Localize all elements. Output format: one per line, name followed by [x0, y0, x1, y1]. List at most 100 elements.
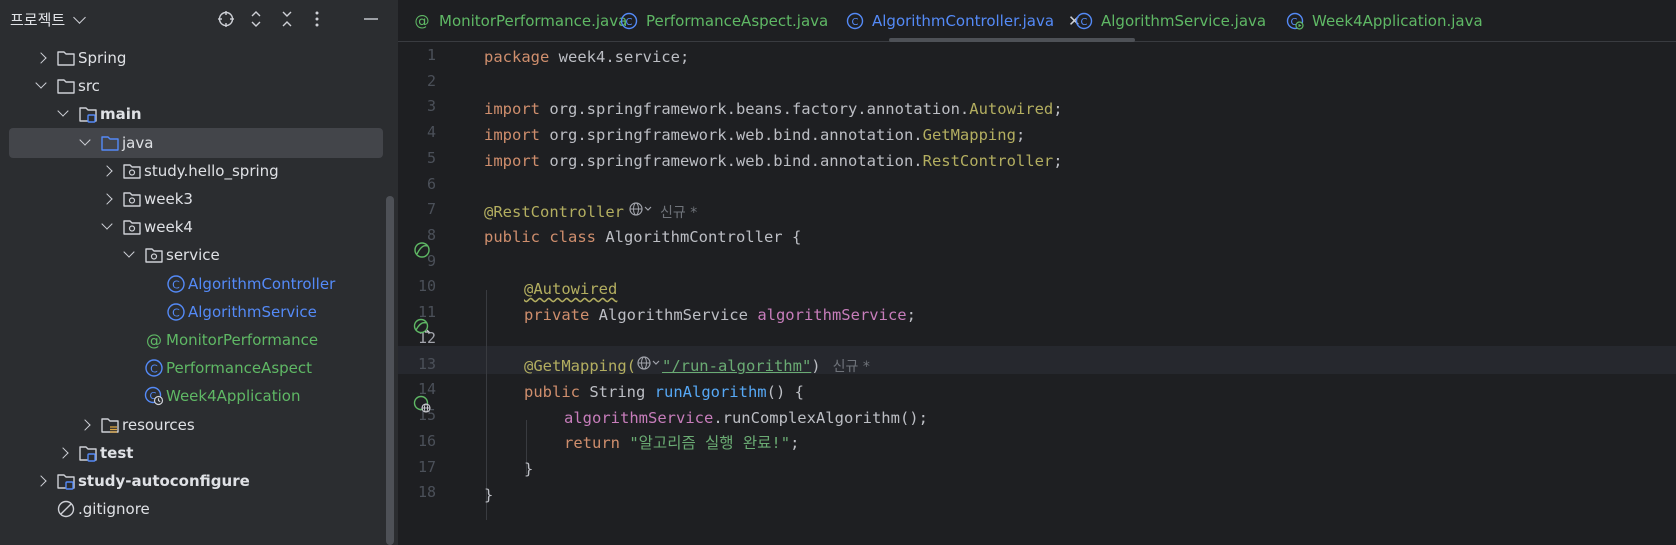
tree-item-gitignore[interactable]: .gitignore — [0, 494, 398, 524]
tab-label: AlgorithmController.java — [872, 12, 1055, 30]
inlay-hint[interactable]: 신규 * — [833, 359, 870, 375]
tab-week4-application[interactable]: C Week4Application.java — [1286, 0, 1483, 42]
tree-item-label: MonitorPerformance — [166, 331, 319, 349]
editor-tabs: @ MonitorPerformance.java C PerformanceA… — [398, 0, 1676, 42]
line-number: 6 — [426, 174, 436, 193]
line-number: 3 — [426, 97, 436, 116]
tree-item-service[interactable]: service — [0, 240, 398, 270]
chevron-down-icon[interactable] — [80, 138, 90, 148]
code-line-17: } — [524, 456, 533, 483]
inlay-hint[interactable]: 신규 * — [660, 205, 697, 221]
code-line-11: private AlgorithmService algorithmServic… — [524, 302, 916, 329]
package-icon — [122, 189, 142, 209]
svg-text:C: C — [172, 306, 180, 319]
package-icon — [144, 245, 164, 265]
chevron-right-icon[interactable] — [36, 53, 46, 63]
code-line-3: import org.springframework.beans.factory… — [484, 96, 1063, 123]
code-line-4: import org.springframework.web.bind.anno… — [484, 122, 1025, 149]
autowired-navigate-icon[interactable] — [413, 318, 431, 336]
code-line-7: @RestController 신규 * — [484, 199, 697, 226]
tree-item-study-hello-spring[interactable]: study.hello_spring — [0, 156, 398, 186]
project-view-selector[interactable]: 프로젝트 — [10, 9, 87, 30]
tree-item-java[interactable]: java — [0, 127, 398, 158]
tree-item-main[interactable]: main — [0, 99, 398, 129]
tree-item-label: week4 — [144, 218, 193, 237]
tree-item-week4[interactable]: week4 — [0, 212, 398, 242]
keyword: private — [524, 306, 590, 324]
module-folder-icon — [78, 104, 98, 124]
locate-file-icon[interactable] — [215, 8, 237, 30]
chevron-down-icon[interactable] — [124, 250, 134, 260]
string-literal[interactable]: "/run-algorithm" — [662, 357, 811, 375]
module-folder-icon — [56, 471, 76, 491]
class-icon: C — [144, 358, 164, 378]
project-scrollbar[interactable] — [386, 196, 394, 545]
line-number: 2 — [426, 71, 436, 90]
tree-item-label: week3 — [144, 190, 193, 208]
code-line-14: public String runAlgorithm() { — [524, 379, 804, 406]
tree-item-algorithmservice[interactable]: C AlgorithmService — [0, 297, 398, 327]
spring-bean-icon[interactable] — [413, 241, 431, 259]
tree-item-test[interactable]: test — [0, 438, 398, 468]
chevron-down-icon[interactable] — [36, 81, 46, 91]
code-line-16: return "알고리즘 실행 완료!"; — [564, 430, 799, 457]
chevron-down-icon — [73, 10, 87, 24]
tree-item-spring[interactable]: Spring — [0, 43, 398, 73]
tree-item-resources[interactable]: resources — [0, 410, 398, 440]
collapse-all-icon[interactable] — [276, 8, 298, 30]
tab-performance-aspect[interactable]: C PerformanceAspect.java — [620, 0, 828, 42]
code-line-10: @Autowired — [524, 276, 617, 303]
tab-monitor-performance[interactable]: @ MonitorPerformance.java — [413, 0, 628, 42]
annotation: @RestController — [484, 203, 624, 221]
more-options-icon[interactable] — [306, 8, 328, 30]
line-number: 5 — [426, 148, 436, 167]
chevron-down-icon[interactable] — [102, 222, 112, 232]
chevron-right-icon[interactable] — [102, 166, 112, 176]
annotation-icon: @ — [144, 330, 164, 350]
code-line-1: package week4.service; — [484, 44, 689, 71]
line-number: 1 — [426, 46, 436, 64]
field: algorithmService — [564, 409, 714, 427]
tree-item-week4application[interactable]: C Week4Application — [0, 381, 398, 411]
expand-all-icon[interactable] — [245, 8, 267, 30]
package-icon — [122, 217, 142, 237]
globe-hint-icon[interactable] — [628, 199, 654, 226]
chevron-right-icon[interactable] — [80, 420, 90, 430]
code-text: String — [580, 383, 655, 401]
method-name: runAlgorithm — [654, 383, 767, 401]
tab-label: MonitorPerformance.java — [439, 12, 628, 30]
svg-text:C: C — [626, 17, 633, 28]
code-text: ; — [1015, 126, 1026, 144]
chevron-right-icon[interactable] — [102, 194, 112, 204]
svg-text:C: C — [150, 363, 158, 376]
tab-algorithm-service[interactable]: C AlgorithmService.java — [1075, 0, 1266, 42]
source-folder-icon — [100, 133, 120, 153]
tree-item-label: Spring — [78, 49, 127, 67]
tree-item-src[interactable]: src — [0, 71, 398, 101]
globe-hint-icon[interactable] — [636, 353, 662, 380]
tab-label: PerformanceAspect.java — [646, 12, 829, 30]
project-panel-header: 프로젝트 — [0, 0, 398, 38]
tree-item-study-autoconfigure[interactable]: study-autoconfigure — [0, 466, 398, 496]
chevron-right-icon[interactable] — [36, 476, 46, 486]
annotation: @GetMapping( — [524, 357, 636, 375]
line-number: 13 — [417, 354, 436, 373]
code-text: AlgorithmController { — [595, 228, 802, 246]
tree-item-week3[interactable]: week3 — [0, 184, 398, 214]
tab-algorithm-controller[interactable]: C AlgorithmController.java ✕ — [846, 0, 1081, 42]
code-line-18: } — [484, 482, 493, 509]
code-text: org.springframework.web.bind.annotation. — [540, 126, 923, 144]
tree-item-algorithmcontroller[interactable]: C AlgorithmController — [0, 269, 398, 299]
web-endpoint-icon[interactable] — [413, 395, 431, 413]
tree-item-performanceaspect[interactable]: C PerformanceAspect — [0, 353, 398, 383]
hide-panel-icon[interactable] — [360, 8, 382, 30]
tree-item-monitorperformance[interactable]: @ MonitorPerformance — [0, 325, 398, 355]
code-text: ; — [906, 306, 916, 324]
code-text: } — [524, 460, 534, 478]
resources-folder-icon — [100, 415, 120, 435]
class-icon: C — [846, 12, 864, 30]
module-folder-icon — [78, 443, 98, 463]
chevron-right-icon[interactable] — [58, 448, 68, 458]
chevron-down-icon[interactable] — [58, 109, 68, 119]
field: algorithmService — [757, 306, 907, 324]
